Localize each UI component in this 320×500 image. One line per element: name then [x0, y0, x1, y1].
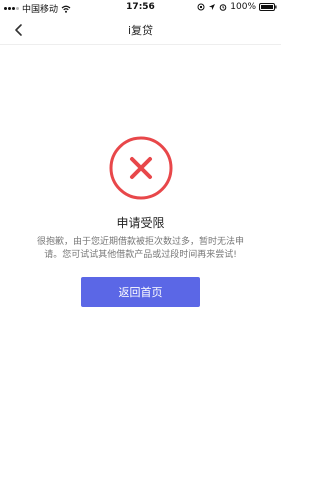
- alarm-icon: [219, 4, 227, 11]
- status-bar: 中国移动 17:56 100%: [0, 0, 281, 16]
- nav-bar: i复贷: [0, 16, 281, 45]
- back-home-button[interactable]: 返回首页: [81, 277, 200, 307]
- page-title: i复贷: [127, 24, 154, 37]
- result-title: 申请受限: [116, 216, 165, 230]
- result-description: 很抱歉，由于您近期借款被拒次数过多，暂时无法申请。您可试试其他借款产品或过段时间…: [36, 237, 244, 260]
- orientation-lock-icon: [197, 3, 205, 11]
- status-right: 100%: [197, 2, 277, 12]
- battery-icon: [259, 3, 277, 11]
- location-icon: [209, 4, 216, 10]
- error-x-icon: [109, 136, 173, 200]
- battery-percent: 100%: [230, 2, 256, 12]
